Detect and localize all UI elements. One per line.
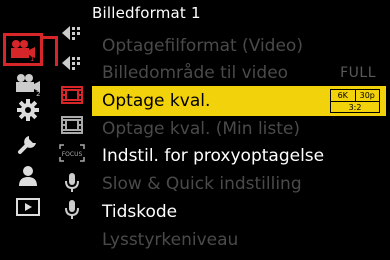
menu-item-label: Slow & Quick indstilling — [102, 174, 302, 194]
menu-title: Billedformat 1 — [92, 4, 201, 22]
tab-video-2[interactable]: 2 — [8, 70, 48, 97]
tab-playback[interactable] — [8, 193, 48, 220]
film-strip-icon — [61, 86, 83, 104]
tab-badge: 1 — [30, 55, 34, 62]
tab-video-1[interactable]: 1 — [3, 33, 43, 66]
video-camera-1-icon: 1 — [11, 39, 35, 62]
badge-ratio: 3:2 — [348, 103, 362, 112]
film-strip-icon — [61, 116, 83, 134]
menu-item-timecode[interactable]: Tidskode — [92, 198, 386, 226]
focus-frame-icon: FOCUS — [59, 144, 85, 162]
subtab-image-format-2[interactable] — [56, 112, 88, 138]
main-tab-column: 1 2 — [0, 0, 58, 260]
menu-item-rec-quality-my-list[interactable]: Optage kval. (Min liste) — [92, 115, 386, 143]
subtab-autofocus-1[interactable] — [56, 20, 88, 46]
menu-item-recording-file-format[interactable]: Optagefilformat (Video) — [92, 32, 386, 60]
tab-badge: 2 — [36, 90, 40, 96]
menu-item-label: Optage kval. — [102, 91, 211, 111]
subtab-autofocus-2[interactable] — [56, 50, 88, 76]
menu-item-label: Billedområde til video — [102, 63, 289, 83]
badge-framerate: 30p — [359, 91, 375, 100]
microphone-icon — [65, 200, 79, 219]
menu-item-label: Tidskode — [102, 202, 178, 222]
subtab-image-format-1[interactable] — [56, 82, 88, 108]
wrench-icon — [18, 135, 36, 154]
menu-item-luminance-level[interactable]: Lysstyrkeniveau — [92, 226, 386, 254]
menu-item-label: Indstil. for proxyoptagelse — [102, 146, 325, 166]
playback-icon — [16, 197, 40, 216]
subtab-focus[interactable]: FOCUS — [56, 140, 88, 166]
person-icon — [19, 165, 37, 186]
menu-item-rec-quality[interactable]: Optage kval. 6K 30p 3:2 — [92, 86, 386, 116]
menu-item-slow-quick[interactable]: Slow & Quick indstilling — [92, 170, 386, 198]
menu-item-proxy-settings[interactable]: Indstil. for proxyoptagelse — [92, 142, 386, 170]
microphone-icon — [65, 173, 79, 192]
menu-item-image-area[interactable]: Billedområde til video FULL — [92, 59, 386, 87]
menu-item-value: FULL — [340, 65, 376, 81]
gear-icon — [17, 98, 39, 121]
subtab-audio-2[interactable] — [56, 197, 88, 223]
sub-tab-column: FOCUS — [56, 0, 92, 260]
video-camera-2-icon: 2 — [16, 73, 40, 96]
menu-item-label: Lysstyrkeniveau — [102, 230, 239, 250]
tab-custom[interactable] — [8, 130, 48, 157]
badge-resolution: 6K — [331, 90, 356, 101]
focus-arrows-icon — [62, 56, 80, 70]
tab-my-menu[interactable] — [8, 162, 48, 189]
tab-settings[interactable] — [8, 96, 48, 123]
svg-text:FOCUS: FOCUS — [62, 151, 83, 158]
menu-item-label: Optagefilformat (Video) — [102, 36, 303, 56]
menu-item-label: Optage kval. (Min liste) — [102, 119, 301, 139]
focus-arrows-icon — [62, 26, 80, 40]
subtab-audio-1[interactable] — [56, 170, 88, 196]
rec-quality-badge: 6K 30p 3:2 — [330, 89, 380, 113]
